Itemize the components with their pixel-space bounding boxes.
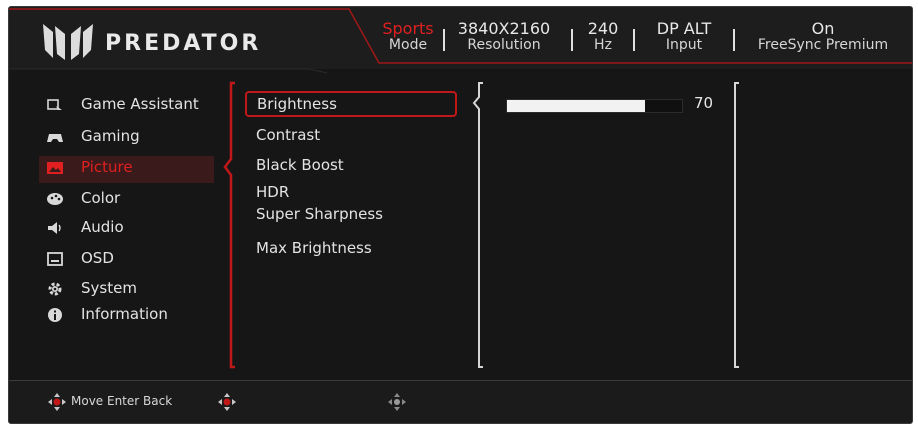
submenu-item-label: Brightness [257, 95, 337, 113]
gamepad-icon [47, 134, 63, 142]
status-mode-label: Mode [388, 37, 428, 53]
preview-bracket [734, 82, 739, 368]
nav-item-system[interactable]: System [39, 277, 214, 301]
osd-window: PREDATOR Sports Mode 3840X2160 Resolutio… [8, 6, 913, 424]
status-mode: Sports Mode [377, 19, 439, 54]
status-resolution: 3840X2160 Resolution [449, 19, 559, 54]
status-input: DP ALT Input [644, 19, 724, 54]
brightness-value: 70 [694, 94, 714, 112]
nav-item-label: Color [81, 189, 121, 207]
status-refresh-label: Hz [594, 37, 612, 53]
status-resolution-value: 3840X2160 [457, 19, 551, 38]
submenu-bracket [223, 81, 235, 369]
nav-item-label: Picture [81, 158, 133, 176]
status-refresh-value: 240 [587, 19, 619, 38]
submenu-item-brightness[interactable]: Brightness [245, 91, 457, 117]
status-divider [633, 29, 635, 51]
info-icon [48, 308, 62, 322]
dpad-enter-icon [218, 393, 236, 411]
nav-item-audio[interactable]: Audio [39, 216, 214, 240]
submenu-item-max-brightness[interactable]: Max Brightness [256, 239, 372, 257]
submenu-item-label: Contrast [256, 126, 321, 144]
status-freesync: On FreeSync Premium [747, 19, 899, 54]
nav-item-label: System [81, 279, 137, 297]
status-divider [733, 29, 735, 51]
nav-item-label: Audio [81, 218, 124, 236]
nav-item-osd[interactable]: OSD [39, 247, 214, 271]
status-divider [571, 29, 573, 51]
value-bracket [472, 82, 483, 368]
nav-item-label: Information [81, 305, 168, 323]
status-refresh: 240 Hz [583, 19, 623, 54]
status-freesync-value: On [811, 19, 835, 38]
header-bar: PREDATOR Sports Mode 3840X2160 Resolutio… [9, 7, 912, 74]
submenu-item-super-sharpness[interactable]: Super Sharpness [256, 205, 383, 223]
brand-wordmark: PREDATOR [105, 31, 262, 56]
nav-item-game-assistant[interactable]: Game Assistant [39, 93, 214, 117]
dpad-back-icon [388, 393, 406, 411]
status-freesync-label: FreeSync Premium [757, 37, 889, 53]
submenu-item-label: HDR [256, 183, 290, 201]
game-assistant-icon [47, 99, 62, 110]
speaker-icon [48, 222, 61, 234]
submenu-item-label: Max Brightness [256, 239, 372, 257]
nav-item-picture[interactable]: Picture [39, 156, 214, 183]
submenu-item-contrast[interactable]: Contrast [256, 126, 320, 144]
osd-icon [47, 252, 63, 266]
predator-logo-icon [43, 24, 93, 60]
footer-hint: Move Enter Back [71, 394, 173, 408]
gear-icon [48, 282, 62, 296]
brightness-slider[interactable] [506, 99, 683, 113]
nav-item-gaming[interactable]: Gaming [39, 125, 214, 149]
submenu-item-black-boost[interactable]: Black Boost [256, 156, 344, 174]
palette-icon [47, 193, 63, 205]
picture-icon [47, 162, 63, 174]
nav-item-label: Game Assistant [81, 95, 199, 113]
status-input-value: DP ALT [656, 19, 712, 38]
submenu-item-hdr[interactable]: HDR [256, 183, 289, 201]
dpad-move-icon [48, 393, 66, 411]
submenu-item-label: Super Sharpness [256, 205, 383, 223]
footer-bar: Move Enter Back [9, 381, 912, 423]
nav-item-information[interactable]: Information [39, 303, 214, 327]
status-input-label: Input [665, 37, 703, 53]
nav-item-label: OSD [81, 249, 114, 267]
nav-item-label: Gaming [81, 127, 140, 145]
nav-item-color[interactable]: Color [39, 187, 214, 211]
status-mode-value: Sports [382, 19, 434, 38]
status-divider [443, 29, 445, 51]
status-resolution-label: Resolution [467, 37, 541, 53]
submenu-item-label: Black Boost [256, 156, 344, 174]
brightness-slider-fill [507, 100, 646, 112]
